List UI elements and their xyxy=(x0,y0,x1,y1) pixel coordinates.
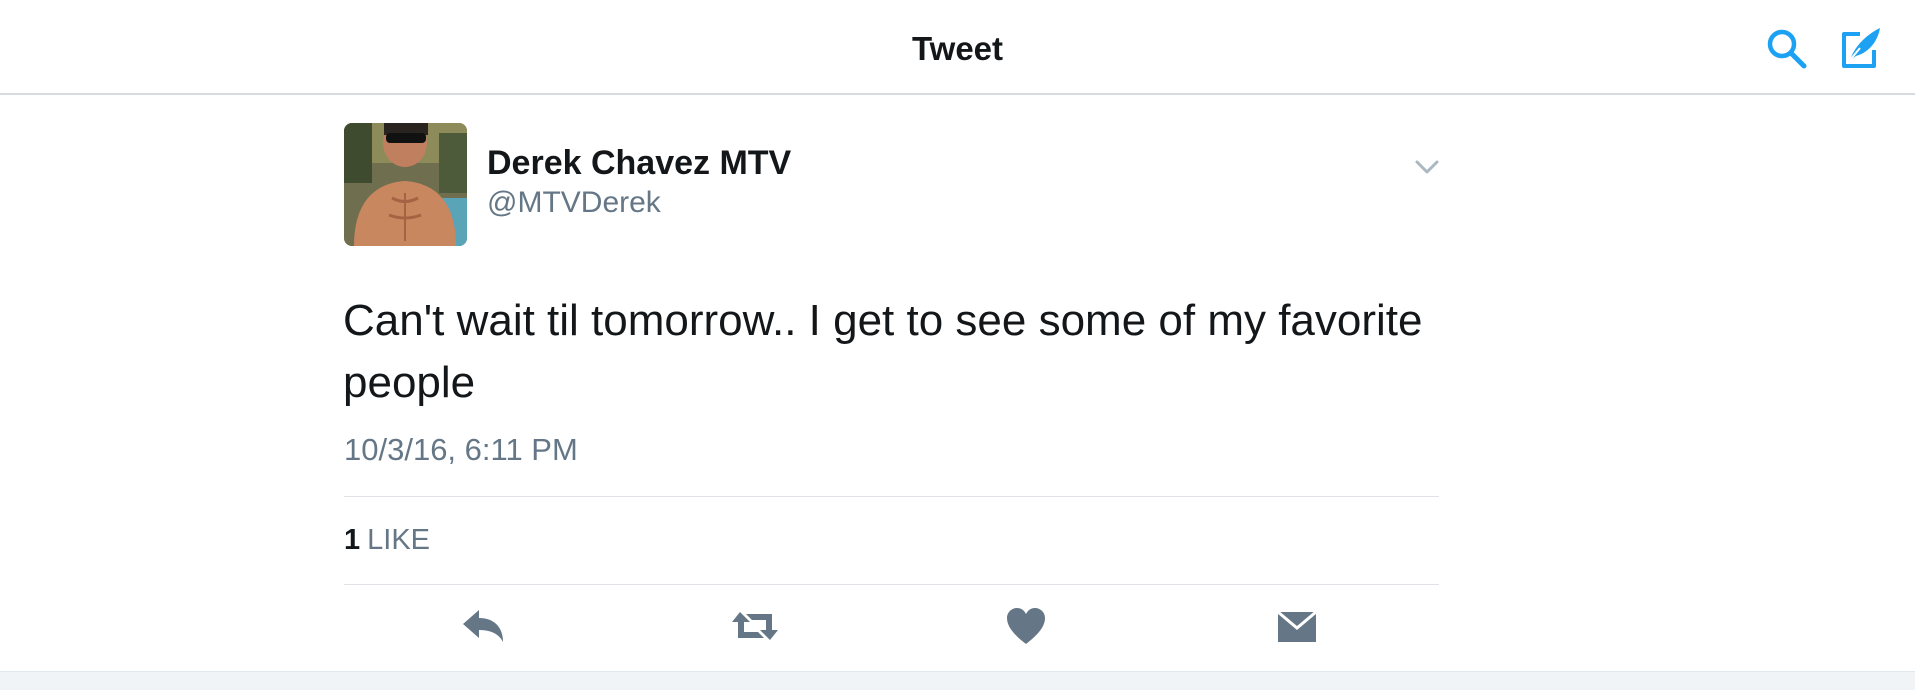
top-navigation-bar: Tweet xyxy=(0,0,1915,95)
search-icon xyxy=(1767,29,1807,69)
avatar[interactable] xyxy=(344,123,467,246)
tweet-timestamp: 10/3/16, 6:11 PM xyxy=(344,432,578,467)
direct-message-button[interactable] xyxy=(1272,604,1322,648)
likes-stat[interactable]: 1 LIKE xyxy=(344,524,430,557)
retweet-icon xyxy=(732,612,778,640)
likes-label: LIKE xyxy=(367,524,431,556)
heart-icon xyxy=(1007,608,1045,644)
tweet-options-button[interactable] xyxy=(1413,156,1441,178)
reply-button[interactable] xyxy=(459,604,509,648)
direct-message-icon xyxy=(1277,610,1317,642)
avatar-image xyxy=(344,123,467,246)
reply-icon xyxy=(463,610,503,642)
tweet-text: Can't wait til tomorrow.. I get to see s… xyxy=(343,296,1423,407)
compose-tweet-icon xyxy=(1842,28,1880,68)
chevron-down-icon xyxy=(1415,160,1439,174)
author-handle[interactable]: @MTVDerek xyxy=(487,186,661,220)
divider xyxy=(344,496,1439,497)
search-button[interactable] xyxy=(1764,26,1810,72)
retweet-button[interactable] xyxy=(730,604,780,648)
bottom-strip xyxy=(0,671,1915,690)
likes-count: 1 xyxy=(344,524,361,556)
compose-tweet-button[interactable] xyxy=(1838,26,1884,72)
like-button[interactable] xyxy=(1001,604,1051,648)
divider xyxy=(344,584,1439,585)
page-title: Tweet xyxy=(911,30,1004,67)
author-display-name[interactable]: Derek Chavez MTV xyxy=(487,144,791,183)
